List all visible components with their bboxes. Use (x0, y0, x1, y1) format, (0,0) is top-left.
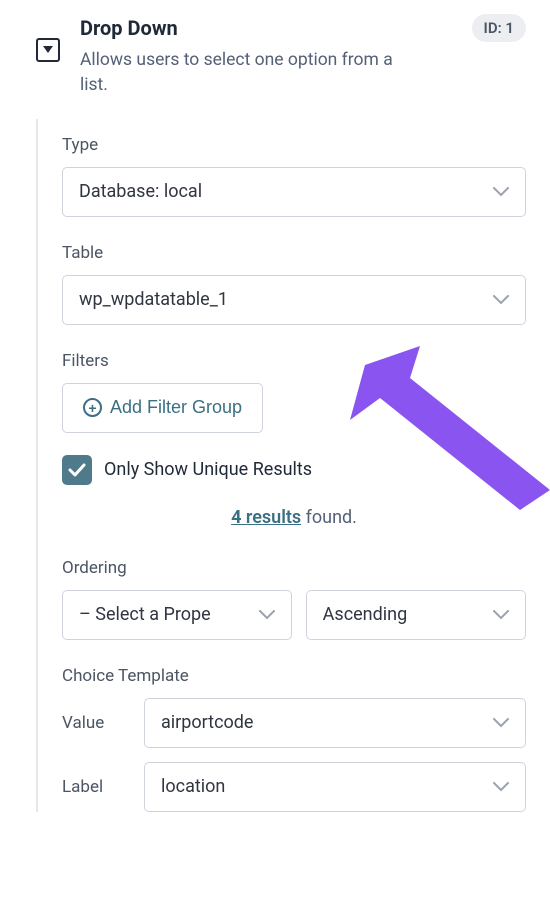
type-value: Database: local (79, 181, 202, 202)
form-panel: Type Database: local Table wp_wpdatatabl… (36, 119, 550, 812)
label-label: Label (62, 777, 126, 797)
value-label: Value (62, 713, 126, 733)
type-select[interactable]: Database: local (62, 167, 526, 217)
results-suffix: found. (301, 507, 357, 528)
chevron-down-icon (493, 776, 509, 797)
ordering-direction-value: Ascending (323, 604, 408, 625)
table-label: Table (62, 243, 526, 263)
type-label: Type (62, 135, 526, 155)
table-value: wp_wpdatatable_1 (79, 289, 228, 310)
chevron-down-icon (259, 604, 275, 625)
id-badge: ID: 1 (472, 14, 526, 42)
unique-results-checkbox[interactable] (62, 455, 92, 485)
ordering-label: Ordering (62, 558, 526, 578)
add-filter-group-button[interactable]: + Add Filter Group (62, 383, 263, 433)
add-filter-group-label: Add Filter Group (110, 397, 242, 418)
ordering-direction-select[interactable]: Ascending (306, 590, 526, 640)
chevron-down-icon (493, 712, 509, 733)
section-title: Drop Down (80, 16, 178, 40)
plus-circle-icon: + (83, 398, 102, 417)
ordering-property-value: – Select a Prope (79, 604, 211, 625)
chevron-down-icon (493, 604, 509, 625)
type-group: Type Database: local (62, 135, 526, 217)
choice-template-group: Choice Template Value airportcode Label … (62, 666, 526, 812)
value-select[interactable]: airportcode (144, 698, 526, 748)
table-group: Table wp_wpdatatable_1 (62, 243, 526, 325)
section-description: Allows users to select one option from a… (80, 48, 400, 99)
ordering-property-select[interactable]: – Select a Prope (62, 590, 292, 640)
table-select[interactable]: wp_wpdatatable_1 (62, 275, 526, 325)
dropdown-icon (36, 38, 60, 62)
label-select-value: location (161, 776, 225, 797)
filters-group: Filters + Add Filter Group Only Show Uni… (62, 351, 526, 528)
results-link[interactable]: 4 results (231, 507, 301, 528)
chevron-down-icon (493, 181, 509, 202)
label-select[interactable]: location (144, 762, 526, 812)
results-summary: 4 results found. (62, 507, 526, 528)
choice-template-label: Choice Template (62, 666, 526, 686)
filters-label: Filters (62, 351, 526, 371)
section-header: Drop Down ID: 1 Allows users to select o… (0, 0, 550, 119)
unique-results-label: Only Show Unique Results (104, 459, 312, 480)
ordering-group: Ordering – Select a Prope Ascending (62, 558, 526, 640)
chevron-down-icon (493, 289, 509, 310)
value-select-value: airportcode (161, 712, 253, 733)
